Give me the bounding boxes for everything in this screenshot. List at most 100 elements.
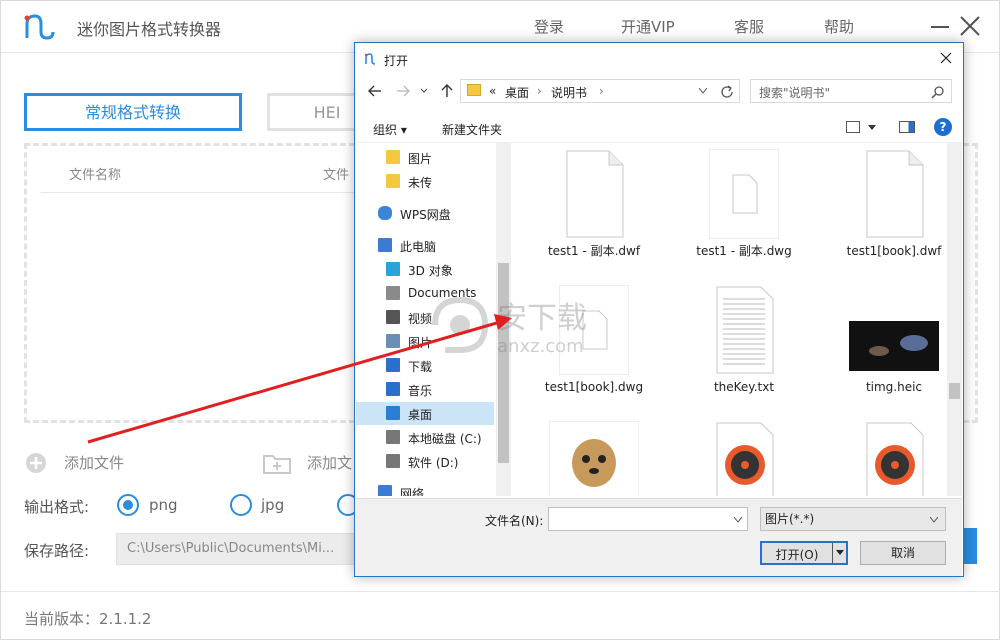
nav-item[interactable]: 此电脑 xyxy=(356,234,494,257)
content-scroll-thumb[interactable] xyxy=(949,383,960,399)
nav-item-label: WPS网盘 xyxy=(400,208,451,222)
file-item[interactable] xyxy=(674,421,814,496)
cloud-icon xyxy=(378,206,392,220)
nav-item[interactable]: 图片 xyxy=(356,146,494,169)
new-folder-button[interactable]: 新建文件夹 xyxy=(442,121,502,138)
search-icon[interactable] xyxy=(931,85,945,99)
address-bar[interactable]: « 桌面 › 说明书 › xyxy=(460,79,740,103)
chevron-down-icon[interactable] xyxy=(836,550,844,556)
add-file-icon[interactable] xyxy=(25,452,47,474)
refresh-icon[interactable] xyxy=(719,84,735,100)
open-button[interactable]: 打开(O) xyxy=(760,541,848,565)
chevron-down-icon[interactable] xyxy=(868,125,876,131)
file-icon xyxy=(708,148,780,240)
file-item[interactable]: test1 - 副本.dwg xyxy=(674,148,814,279)
file-item[interactable]: timg.heic xyxy=(824,285,962,415)
file-item[interactable]: test1[book].dwf xyxy=(824,149,962,279)
tab-standard-conversion[interactable]: 常规格式转换 xyxy=(24,93,242,131)
file-icon xyxy=(709,421,779,496)
dialog-close-icon[interactable] xyxy=(939,51,953,65)
breadcrumb-overflow[interactable]: « xyxy=(489,84,496,98)
nav-item-label: 音乐 xyxy=(408,384,433,398)
radio-jpg-label: jpg xyxy=(261,496,285,514)
vip-link[interactable]: 开通VIP xyxy=(621,16,675,37)
add-folder-icon[interactable] xyxy=(263,452,291,474)
file-item[interactable] xyxy=(824,421,962,496)
file-icon xyxy=(859,421,929,496)
watermark-logo: 安下载 anxz.com xyxy=(432,296,587,357)
image-thumbnail xyxy=(548,420,640,496)
drive-icon xyxy=(386,454,400,468)
network-icon xyxy=(378,485,392,496)
folder-icon xyxy=(386,150,400,164)
desktop-icon xyxy=(386,406,400,420)
watermark-subtext: anxz.com xyxy=(497,336,584,357)
save-path-field[interactable]: C:\Users\Public\Documents\Mi... xyxy=(116,533,361,565)
add-folder-button[interactable]: 添加文 xyxy=(307,452,352,474)
chevron-down-icon[interactable] xyxy=(699,88,707,94)
nav-item[interactable]: 本地磁盘 (C:) xyxy=(356,426,494,449)
nav-item[interactable]: 3D 对象 xyxy=(356,258,494,281)
view-mode-icon[interactable] xyxy=(846,121,860,133)
picture-icon xyxy=(386,334,400,348)
help-icon[interactable]: ? xyxy=(934,118,952,136)
login-link[interactable]: 登录 xyxy=(534,16,564,37)
radio-jpg[interactable] xyxy=(230,494,252,516)
nav-item-label: 网络 xyxy=(400,487,425,496)
file-icon xyxy=(709,285,779,375)
content-scrollbar[interactable] xyxy=(947,143,962,496)
breadcrumb-desktop[interactable]: 桌面 xyxy=(505,84,529,101)
split-divider xyxy=(832,543,833,563)
drive-icon xyxy=(386,430,400,444)
filetype-select[interactable]: 图片(*.*) xyxy=(760,507,946,531)
service-link[interactable]: 客服 xyxy=(734,16,764,37)
nav-item-label: 图片 xyxy=(408,152,433,166)
back-arrow-icon[interactable] xyxy=(367,83,383,99)
nav-item[interactable]: 音乐 xyxy=(356,378,494,401)
nav-item[interactable]: 网络 xyxy=(356,481,494,496)
breadcrumb-manual[interactable]: 说明书 xyxy=(551,84,587,101)
nav-item-label: 下载 xyxy=(408,360,433,374)
document-icon xyxy=(386,286,400,300)
file-icon xyxy=(559,149,629,239)
organize-button[interactable]: 组织 ▾ xyxy=(373,121,407,138)
radio-png[interactable] xyxy=(117,494,139,516)
file-name: test1[book].dwf xyxy=(846,244,942,258)
folder-icon xyxy=(386,174,400,188)
up-arrow-icon[interactable] xyxy=(439,83,455,99)
minimize-icon[interactable] xyxy=(931,26,949,28)
search-input[interactable]: 搜索"说明书" xyxy=(750,79,952,103)
column-filetype: 文件 xyxy=(323,168,350,183)
nav-item[interactable]: 软件 (D:) xyxy=(356,450,494,473)
file-name: test1 - 副本.dwg xyxy=(696,244,792,258)
save-path-label: 保存路径: xyxy=(24,542,90,560)
dialog-title: 打开 xyxy=(384,54,409,68)
file-item[interactable]: test1 - 副本.dwf xyxy=(524,149,664,279)
file-icon xyxy=(859,149,929,239)
nav-item-label: 未传 xyxy=(408,176,433,190)
app-logo-icon xyxy=(24,14,55,40)
file-name: theKey.txt xyxy=(713,380,775,394)
breadcrumb-separator: › xyxy=(537,84,542,98)
forward-arrow-icon[interactable] xyxy=(395,83,411,99)
open-button-label: 打开(O) xyxy=(775,548,819,562)
folder-icon xyxy=(467,84,481,96)
file-item[interactable]: theKey.txt xyxy=(674,285,814,415)
start-button[interactable] xyxy=(963,528,977,564)
nav-item[interactable]: 桌面 xyxy=(356,402,494,425)
cancel-button[interactable]: 取消 xyxy=(860,541,946,565)
nav-item-label: 软件 (D:) xyxy=(408,456,459,470)
close-icon[interactable] xyxy=(959,15,981,37)
file-item[interactable] xyxy=(524,420,664,496)
add-file-button[interactable]: 添加文件 xyxy=(64,452,124,474)
chevron-down-icon[interactable] xyxy=(930,517,938,523)
column-filename: 文件名称 xyxy=(69,168,122,183)
preview-pane-icon[interactable] xyxy=(899,121,915,133)
nav-item-label: 3D 对象 xyxy=(408,264,453,278)
chevron-down-icon[interactable] xyxy=(734,517,742,523)
nav-item[interactable]: 未传 xyxy=(356,170,494,193)
recent-dropdown-icon[interactable] xyxy=(419,83,429,99)
help-link[interactable]: 帮助 xyxy=(824,16,854,37)
nav-item[interactable]: WPS网盘 xyxy=(356,202,494,225)
filename-input[interactable] xyxy=(548,507,748,531)
